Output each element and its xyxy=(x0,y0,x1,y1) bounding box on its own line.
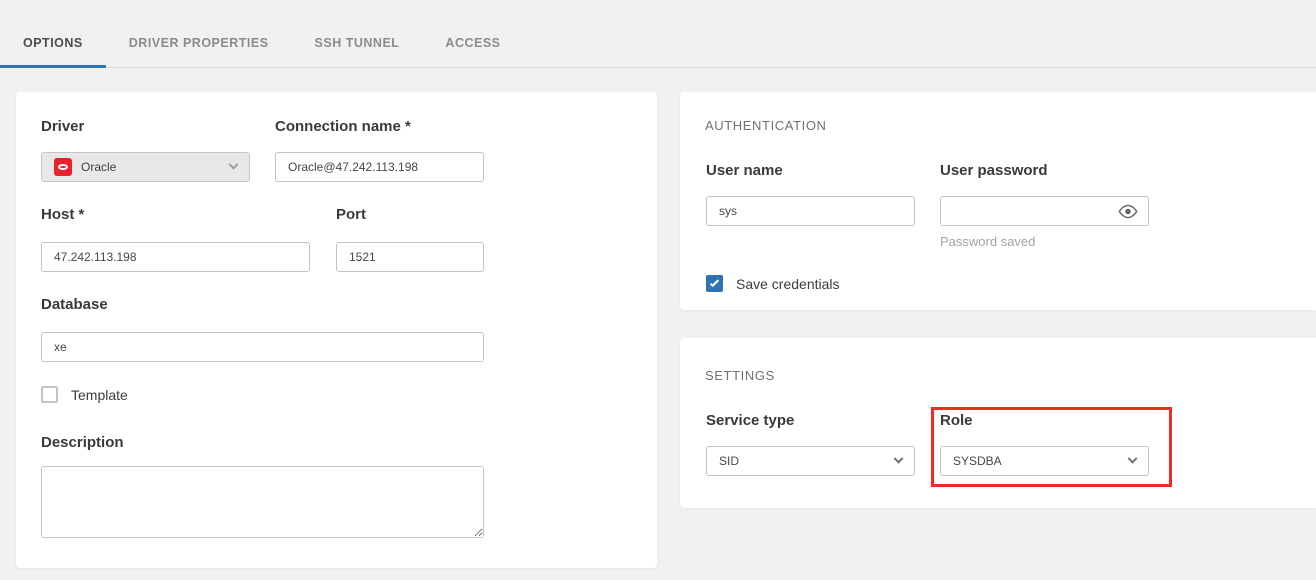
tab-options[interactable]: OPTIONS xyxy=(0,19,106,67)
role-label: Role xyxy=(940,412,973,429)
connection-name-input[interactable] xyxy=(275,152,484,182)
save-credentials-label: Save credentials xyxy=(736,276,840,292)
save-credentials-checkbox[interactable] xyxy=(706,275,723,292)
port-input[interactable] xyxy=(336,242,484,272)
connection-name-label: Connection name * xyxy=(275,118,411,135)
settings-title: SETTINGS xyxy=(705,368,775,383)
role-value: SYSDBA xyxy=(953,454,1002,468)
driver-label: Driver xyxy=(41,118,84,135)
role-select[interactable]: SYSDBA xyxy=(940,446,1149,476)
oracle-driver-icon xyxy=(54,158,72,176)
description-label: Description xyxy=(41,434,124,451)
template-checkbox[interactable] xyxy=(41,386,58,403)
settings-card: SETTINGS Service type SID Role SYSDBA xyxy=(680,338,1316,508)
chevron-down-icon xyxy=(1128,453,1138,463)
user-password-label: User password xyxy=(940,162,1048,179)
service-type-label: Service type xyxy=(706,412,794,429)
tab-ssh-tunnel[interactable]: SSH TUNNEL xyxy=(292,19,423,67)
check-mark-icon xyxy=(710,277,719,286)
tab-driver-properties[interactable]: DRIVER PROPERTIES xyxy=(106,19,292,67)
password-saved-hint: Password saved xyxy=(940,234,1035,249)
driver-select[interactable]: Oracle xyxy=(41,152,250,182)
description-textarea[interactable] xyxy=(41,466,484,538)
save-credentials-row[interactable]: Save credentials xyxy=(706,275,840,292)
user-name-input[interactable] xyxy=(706,196,915,226)
tab-bar: OPTIONS DRIVER PROPERTIES SSH TUNNEL ACC… xyxy=(0,0,1316,68)
database-label: Database xyxy=(41,296,108,313)
service-type-select[interactable]: SID xyxy=(706,446,915,476)
template-checkbox-row[interactable]: Template xyxy=(41,386,128,403)
tab-access[interactable]: ACCESS xyxy=(422,19,523,67)
driver-select-value: Oracle xyxy=(81,160,116,174)
service-type-value: SID xyxy=(719,454,739,468)
host-label: Host * xyxy=(41,206,84,223)
template-label: Template xyxy=(71,387,128,403)
connection-options-card: Driver Oracle Connection name * Host * P… xyxy=(16,92,657,568)
host-input[interactable] xyxy=(41,242,310,272)
port-label: Port xyxy=(336,206,366,223)
chevron-down-icon xyxy=(894,453,904,463)
user-name-label: User name xyxy=(706,162,783,179)
database-input[interactable] xyxy=(41,332,484,362)
eye-icon[interactable] xyxy=(1117,204,1139,219)
chevron-down-icon xyxy=(229,159,239,169)
authentication-card: AUTHENTICATION User name User password P… xyxy=(680,92,1316,310)
authentication-title: AUTHENTICATION xyxy=(705,118,827,133)
